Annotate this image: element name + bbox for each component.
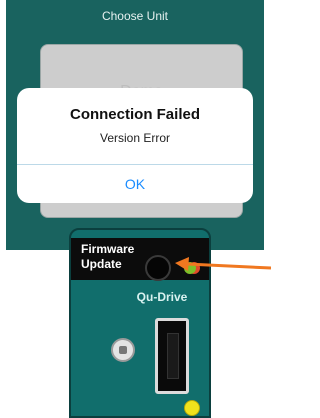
qu-drive-label: Qu-Drive [136,290,188,304]
alert-title: Connection Failed [69,106,200,123]
usb-led-icon [184,400,200,416]
screw-icon [111,338,135,362]
app-screen: Choose Unit Demo Connection Failed Versi… [6,0,264,250]
firmware-update-label: Firmware Update [81,242,135,271]
alert-message: Version Error [99,131,171,145]
page-title: Choose Unit [101,9,169,23]
firmware-update-button-icon [145,255,171,281]
ok-button[interactable]: OK [17,165,253,203]
usb-port-icon [155,318,189,394]
arrow-left-icon [175,257,271,271]
alert-dialog: Connection Failed Version Error OK [17,88,253,203]
